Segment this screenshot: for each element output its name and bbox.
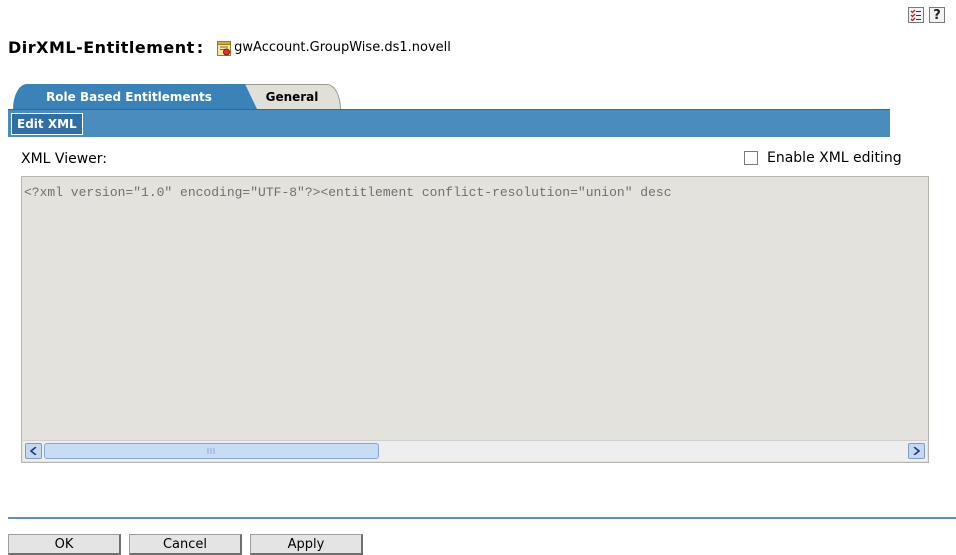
xml-viewer-label: XML Viewer: bbox=[21, 151, 107, 167]
cancel-button[interactable]: Cancel bbox=[129, 534, 242, 555]
subtab-bar: Edit XML bbox=[8, 109, 890, 137]
help-icon[interactable]: ? bbox=[929, 7, 945, 23]
page-header: DirXML-Entitlement : gwAccount.GroupWise… bbox=[8, 38, 451, 57]
footer-divider bbox=[8, 517, 956, 519]
top-toolbar: ? bbox=[908, 7, 945, 23]
scroll-left-button[interactable] bbox=[25, 443, 42, 459]
xml-viewer-area[interactable]: <?xml version="1.0" encoding="UTF-8"?><e… bbox=[21, 176, 929, 463]
enable-xml-editing-checkbox[interactable] bbox=[744, 151, 758, 165]
scrollbar-thumb[interactable] bbox=[44, 443, 379, 459]
object-name: gwAccount.GroupWise.ds1.novell bbox=[234, 40, 451, 55]
tab-general[interactable]: General bbox=[243, 84, 341, 109]
xml-content: <?xml version="1.0" encoding="UTF-8"?><e… bbox=[24, 185, 672, 200]
arrow-left-icon bbox=[30, 447, 37, 455]
grip-icon bbox=[207, 448, 215, 454]
apply-button[interactable]: Apply bbox=[250, 534, 363, 555]
ok-button[interactable]: OK bbox=[8, 534, 121, 555]
enable-xml-editing-label: Enable XML editing bbox=[767, 150, 902, 166]
scroll-right-button[interactable] bbox=[908, 443, 925, 459]
horizontal-scrollbar[interactable] bbox=[23, 440, 927, 461]
entitlement-object-icon bbox=[217, 40, 232, 56]
page-title: DirXML-Entitlement bbox=[8, 38, 195, 57]
arrow-right-icon bbox=[913, 447, 920, 455]
subtab-edit-xml[interactable]: Edit XML bbox=[11, 113, 83, 135]
enable-xml-editing-control[interactable]: Enable XML editing bbox=[744, 150, 902, 166]
footer-buttons: OK Cancel Apply bbox=[8, 534, 363, 555]
title-colon: : bbox=[196, 38, 204, 57]
tab-role-based-entitlements[interactable]: Role Based Entitlements bbox=[13, 84, 257, 109]
task-list-icon[interactable] bbox=[908, 7, 924, 23]
